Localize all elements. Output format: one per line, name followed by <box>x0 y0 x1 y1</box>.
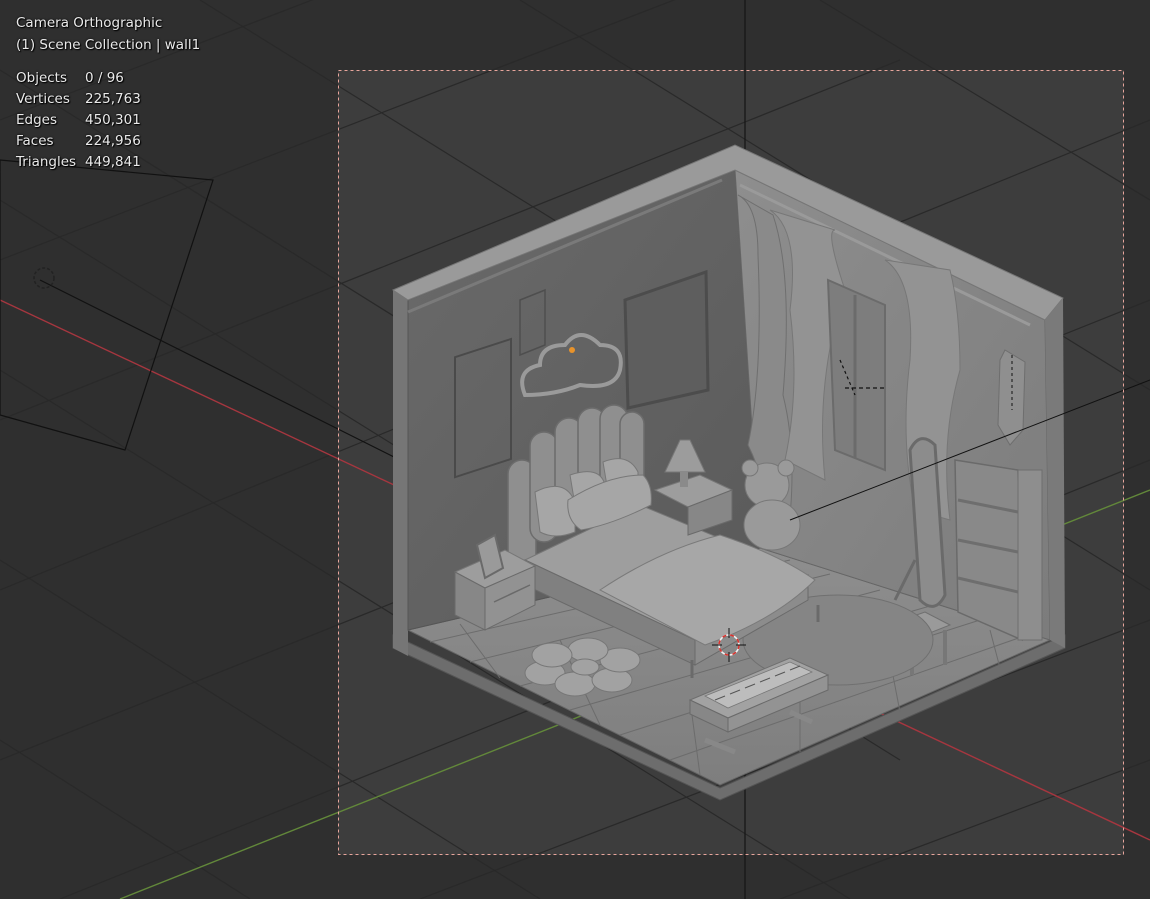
stat-row-faces: Faces 224,956 <box>16 131 141 152</box>
stat-label: Faces <box>16 133 54 149</box>
stat-value: 224,956 <box>85 133 141 149</box>
stat-label: Edges <box>16 112 58 128</box>
collection-info: (1) Scene Collection | wall1 <box>16 36 201 53</box>
stat-row-vertices: Vertices 225,763 <box>16 89 141 110</box>
stat-row-triangles: Triangles 449,841 <box>16 152 141 173</box>
stat-row-edges: Edges 450,301 <box>16 110 141 131</box>
stat-label: Objects <box>16 70 68 86</box>
view-name: Camera Orthographic <box>16 15 163 31</box>
stat-label: Vertices <box>16 91 70 107</box>
3d-viewport[interactable]: Camera Orthographic (1) Scene Collection… <box>0 0 1150 899</box>
stat-row-objects: Objects 0 / 96 <box>16 68 141 89</box>
viewport-info-overlay: Camera Orthographic (1) Scene Collection… <box>16 13 200 173</box>
stat-value: 0 / 96 <box>85 70 124 86</box>
stat-value: 225,763 <box>85 91 141 107</box>
scene-statistics: Objects 0 / 96 Vertices 225,763 Edges 45… <box>16 68 141 173</box>
stat-value: 449,841 <box>85 154 141 170</box>
stat-label: Triangles <box>16 154 77 170</box>
stat-value: 450,301 <box>85 112 141 128</box>
